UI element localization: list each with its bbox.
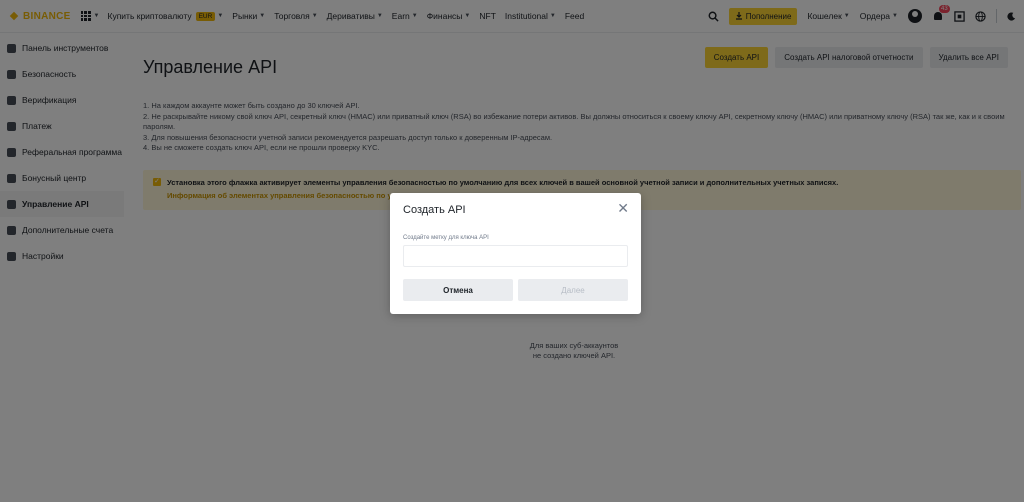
next-button[interactable]: Далее [518, 279, 628, 301]
api-label-field-label: Создайте метку для ключа API [403, 235, 489, 241]
modal-title: Создать API [403, 204, 466, 216]
create-api-modal: Создать API ✕ Создайте метку для ключа A… [390, 193, 641, 314]
api-label-input[interactable] [403, 245, 628, 267]
close-icon[interactable]: ✕ [617, 201, 629, 215]
cancel-button[interactable]: Отмена [403, 279, 513, 301]
modal-actions: Отмена Далее [403, 279, 628, 301]
